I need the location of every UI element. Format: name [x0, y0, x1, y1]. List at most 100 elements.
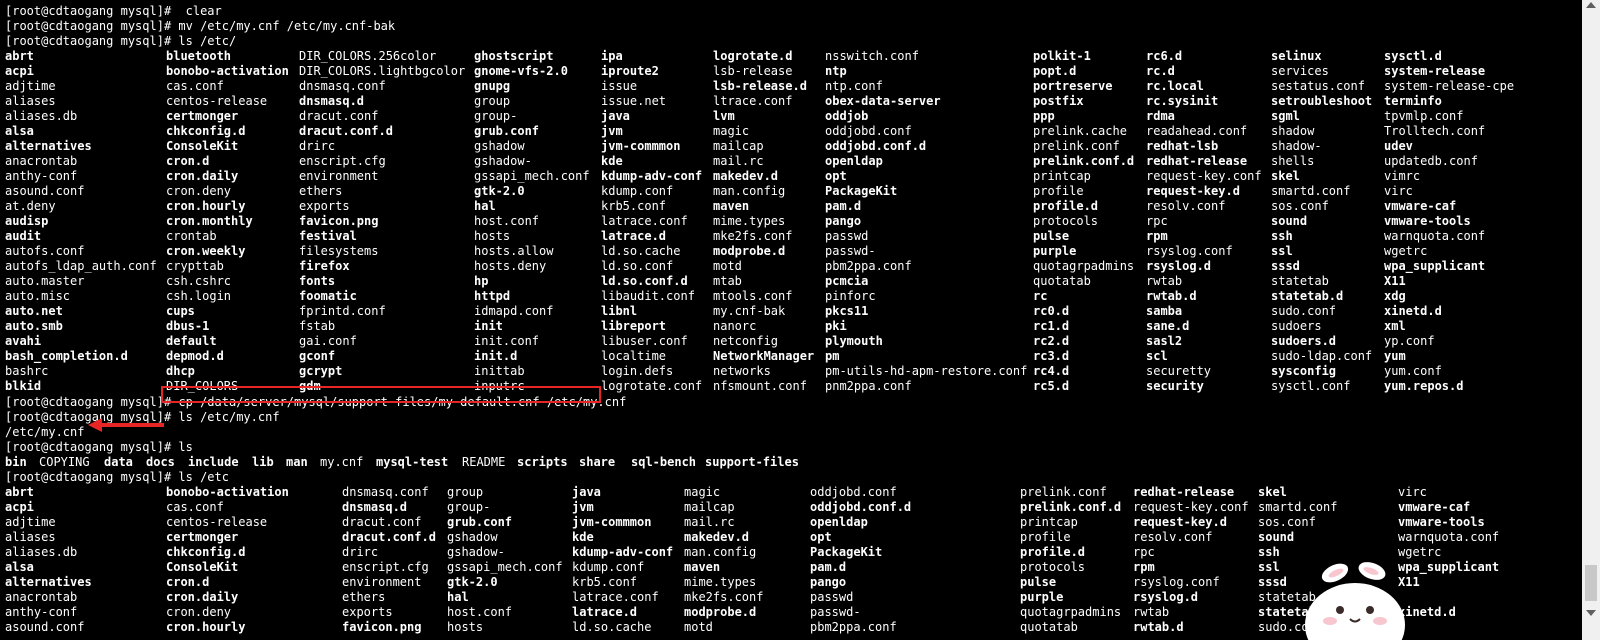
file-entry: crypttab — [166, 259, 224, 273]
file-entry: ltrace.conf — [713, 94, 793, 108]
file-entry: skel — [1271, 169, 1300, 183]
file-entry: java — [601, 109, 630, 123]
file-entry: sudoers.d — [1271, 334, 1337, 348]
file-entry: protocols — [1033, 214, 1099, 228]
file-entry: PackageKit — [825, 184, 898, 198]
file-entry: magic — [684, 485, 721, 499]
file-entry: dhcp — [166, 364, 195, 378]
file-entry: rc3.d — [1033, 349, 1070, 363]
file-entry: aliases — [5, 530, 56, 544]
file-entry: drirc — [299, 139, 336, 153]
file-entry: sestatus.conf — [1271, 79, 1365, 93]
file-entry: idmapd.conf — [474, 304, 554, 318]
file-entry: hosts.deny — [474, 259, 547, 273]
file-entry: resolv.conf — [1146, 199, 1226, 213]
file-entry: pm-utils-hd-apm-restore.conf — [825, 364, 1028, 378]
file-entry: updatedb.conf — [1384, 154, 1478, 168]
file-entry: rsyslog.d — [1133, 590, 1199, 604]
scroll-down-arrow-icon[interactable] — [1586, 610, 1596, 616]
file-entry: shadow- — [1271, 139, 1322, 153]
file-entry: dnsmasq.d — [342, 500, 408, 514]
file-entry: ntp — [825, 64, 847, 78]
file-entry: scl — [1146, 349, 1168, 363]
file-entry: cron.daily — [166, 169, 239, 183]
file-entry: makedev.d — [713, 169, 779, 183]
file-entry: latrace.conf — [601, 214, 688, 228]
file-entry: kdump-adv-conf — [572, 545, 674, 559]
file-entry: man.config — [684, 545, 757, 559]
file-entry: dnsmasq.conf — [342, 485, 429, 499]
command-text: ls /etc/ — [171, 34, 237, 48]
file-entry: polkit-1 — [1033, 49, 1091, 63]
file-entry: magic — [713, 124, 750, 138]
file-entry: gshadow — [447, 530, 498, 544]
file-entry: gconf — [299, 349, 336, 363]
file-entry: abrt — [5, 485, 34, 499]
file-entry: logrotate.d — [713, 49, 793, 63]
file-entry: sound — [1271, 214, 1308, 228]
file-entry: DIR_COLORS — [166, 379, 239, 393]
file-entry: cups — [166, 304, 195, 318]
file-entry: cron.d — [166, 575, 210, 589]
file-entry: sgml — [1271, 109, 1300, 123]
file-entry: crontab — [166, 229, 217, 243]
file-entry: mime.types — [684, 575, 757, 589]
file-entry: system-release — [1384, 64, 1486, 78]
file-entry: sane.d — [1146, 319, 1190, 333]
file-entry: rpc — [1133, 545, 1155, 559]
file-entry: gshadow- — [474, 154, 532, 168]
file-entry: depmod.d — [166, 349, 224, 363]
shell-prompt: [root@cdtaogang mysql]# — [5, 395, 172, 409]
prompt-line-mv: [root@cdtaogang mysql]# mv /etc/my.cnf /… — [5, 19, 395, 34]
file-entry: group — [474, 94, 511, 108]
file-entry: pulse — [1033, 229, 1070, 243]
file-entry: foomatic — [299, 289, 357, 303]
prompt-line-ls-mycnf: [root@cdtaogang mysql]# ls /etc/my.cnf — [5, 410, 280, 425]
file-entry: cron.hourly — [166, 620, 246, 634]
file-entry: sysctl.conf — [1271, 379, 1351, 393]
file-entry: xml — [1384, 319, 1406, 333]
file-entry: certmonger — [166, 530, 239, 544]
file-entry: ConsoleKit — [166, 139, 239, 153]
file-entry: bonobo-activation — [166, 485, 289, 499]
file-entry: virc — [1384, 184, 1413, 198]
file-entry: prelink.conf — [1033, 139, 1120, 153]
file-entry: xinetd.d — [1398, 605, 1456, 619]
file-entry: statetab.d — [1258, 605, 1331, 619]
vertical-scrollbar[interactable] — [1582, 0, 1600, 640]
file-entry: anacrontab — [5, 154, 78, 168]
file-entry: sound — [1258, 530, 1295, 544]
file-entry: makedev.d — [684, 530, 750, 544]
file-entry: pbm2ppa.conf — [810, 620, 897, 634]
file-entry: smartd.conf — [1271, 184, 1351, 198]
file-entry: passwd- — [810, 605, 861, 619]
file-entry: autofs_ldap_auth.conf — [5, 259, 157, 273]
file-entry: openldap — [810, 515, 868, 529]
file-entry: popt.d — [1033, 64, 1077, 78]
file-entry: rc1.d — [1033, 319, 1070, 333]
file-entry: exports — [342, 605, 393, 619]
file-entry: rc5.d — [1033, 379, 1070, 393]
file-entry: portreserve — [1033, 79, 1113, 93]
file-entry: grub.conf — [474, 124, 540, 138]
file-entry: cron.monthly — [166, 214, 253, 228]
file-entry: rc0.d — [1033, 304, 1070, 318]
file-entry: adjtime — [5, 515, 56, 529]
file-entry: gnupg — [474, 79, 511, 93]
file-entry: grub.conf — [447, 515, 513, 529]
terminal-output[interactable]: [root@cdtaogang mysql]# clear [root@cdta… — [0, 0, 1580, 640]
file-entry: audisp — [5, 214, 49, 228]
scrollbar-thumb[interactable] — [1585, 565, 1597, 601]
file-entry: hosts — [447, 620, 484, 634]
file-entry: networks — [713, 364, 771, 378]
file-entry: pki — [825, 319, 847, 333]
file-entry: host.conf — [447, 605, 513, 619]
file-entry: blkid — [5, 379, 42, 393]
file-entry: firefox — [299, 259, 350, 273]
file-entry: rc.local — [1146, 79, 1204, 93]
file-entry: shadow — [1271, 124, 1315, 138]
file-entry: quotagrpadmins — [1020, 605, 1122, 619]
file-entry: modprobe.d — [713, 244, 786, 258]
scroll-up-arrow-icon[interactable] — [1586, 2, 1596, 8]
file-entry: at.deny — [5, 199, 56, 213]
